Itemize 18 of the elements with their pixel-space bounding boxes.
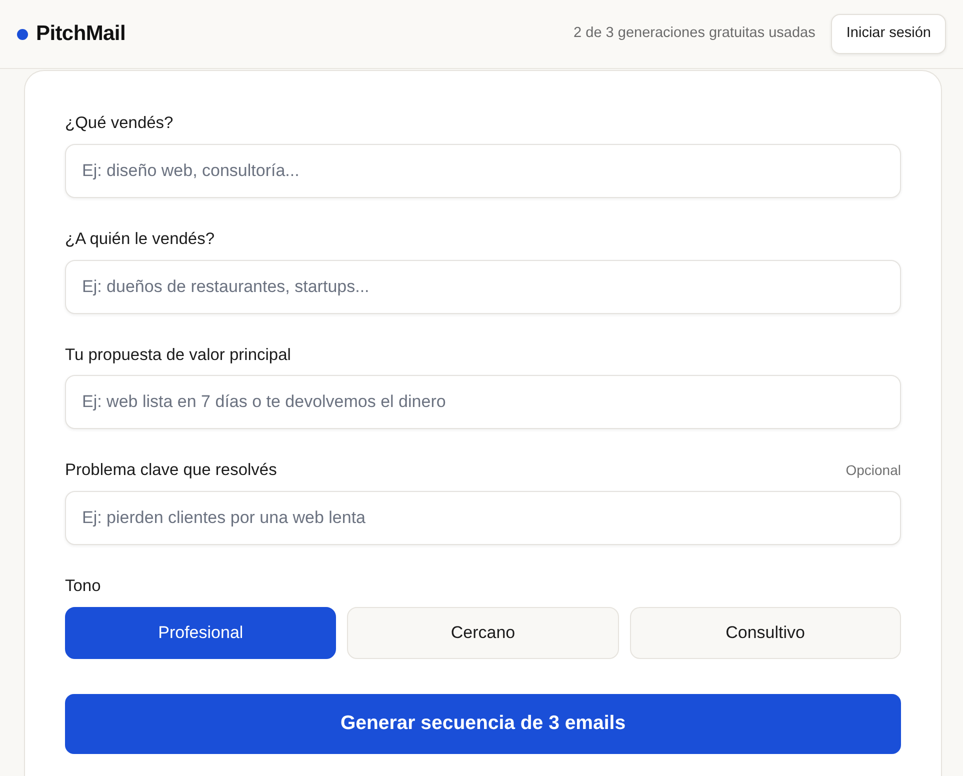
- input-field[interactable]: Ej: pierden clientes por una web lenta: [65, 491, 901, 545]
- status-dot-icon: [17, 28, 28, 40]
- field-label: Problema clave que resolvés: [65, 460, 277, 482]
- login-button[interactable]: Iniciar sesión: [831, 14, 946, 54]
- tone-option[interactable]: Cercano: [347, 607, 619, 659]
- generate-button[interactable]: Generar secuencia de 3 emails: [65, 694, 901, 754]
- brand-name: PitchMail: [36, 21, 126, 48]
- field-label: Tu propuesta de valor principal: [65, 344, 291, 366]
- tone-label: Tono: [65, 577, 101, 595]
- tone-option[interactable]: Consultivo: [630, 607, 901, 659]
- usage-counter: 2 de 3 generaciones gratuitas usadas: [574, 24, 816, 44]
- field-label: ¿A quién le vendés?: [65, 228, 215, 250]
- input-field[interactable]: Ej: dueños de restaurantes, startups...: [65, 260, 901, 314]
- field-label: ¿Qué vendés?: [65, 113, 174, 134]
- optional-hint: Opcional: [846, 461, 901, 480]
- input-field[interactable]: Ej: diseño web, consultoría...: [65, 144, 901, 198]
- input-field[interactable]: Ej: web lista en 7 días o te devolvemos el dinero: [65, 375, 901, 430]
- tone-option[interactable]: Profesional: [65, 607, 336, 659]
